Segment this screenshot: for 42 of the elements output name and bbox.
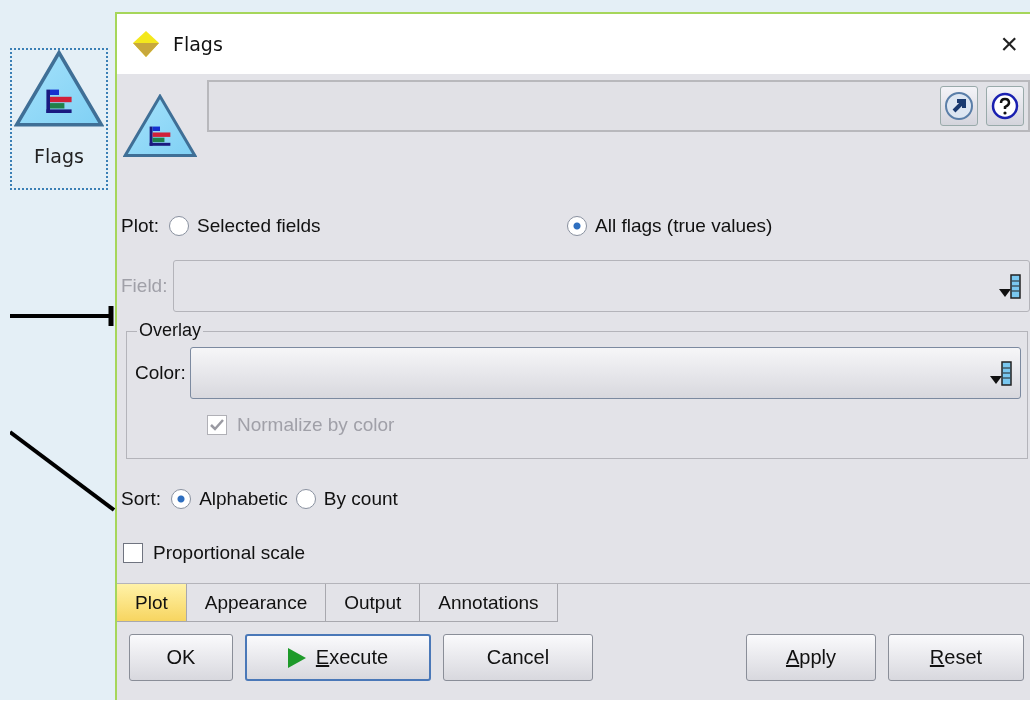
name-field[interactable]	[207, 80, 1030, 132]
overlay-title: Overlay	[137, 320, 203, 341]
color-dropdown[interactable]	[189, 347, 1021, 399]
checkbox[interactable]	[123, 543, 143, 563]
triangle-node-icon	[123, 94, 197, 158]
radio-label: Alphabetic	[199, 488, 288, 510]
node-label: Flags	[34, 145, 84, 168]
tab[interactable]: Appearance	[186, 584, 327, 622]
sort-label: Sort:	[121, 488, 162, 510]
checkbox-label: Proportional scale	[153, 542, 306, 564]
diamond-icon	[131, 29, 161, 59]
radio-button[interactable]	[171, 489, 192, 509]
field-dropdown[interactable]	[173, 260, 1030, 312]
triangle-node-icon	[14, 50, 104, 128]
checkbox-label: Normalize by color	[237, 414, 395, 436]
radio-button[interactable]	[295, 489, 316, 509]
execute-button[interactable]: Execute	[245, 634, 431, 681]
radio-button[interactable]	[169, 216, 190, 236]
dialog-button[interactable]: Reset	[888, 634, 1024, 681]
radio-label: By count	[323, 488, 398, 510]
radio-label: All flags (true values)	[595, 215, 773, 237]
dropdown-icon	[999, 273, 1021, 299]
tab[interactable]: Output	[326, 584, 421, 622]
tab[interactable]: Plot	[117, 584, 187, 622]
help-button[interactable]	[986, 86, 1024, 126]
tab[interactable]: Annotations	[420, 584, 558, 622]
dialog-button[interactable]: OK	[129, 634, 233, 681]
radio-label: Selected fields	[197, 215, 321, 237]
dropdown-icon	[990, 360, 1012, 386]
help-icon	[990, 91, 1020, 121]
dialog-button[interactable]: Apply	[746, 634, 876, 681]
launch-button[interactable]	[940, 86, 978, 126]
color-label: Color:	[135, 362, 186, 384]
close-button[interactable]: ×	[1000, 29, 1018, 59]
plot-label: Plot:	[121, 215, 160, 237]
window-title: Flags	[173, 33, 224, 55]
flags-node[interactable]: Flags	[10, 48, 108, 190]
play-icon	[287, 647, 306, 668]
check-icon	[210, 419, 224, 431]
field-label: Field:	[121, 275, 168, 297]
dialog-button[interactable]: Cancel	[443, 634, 593, 681]
radio-button[interactable]	[567, 216, 588, 236]
